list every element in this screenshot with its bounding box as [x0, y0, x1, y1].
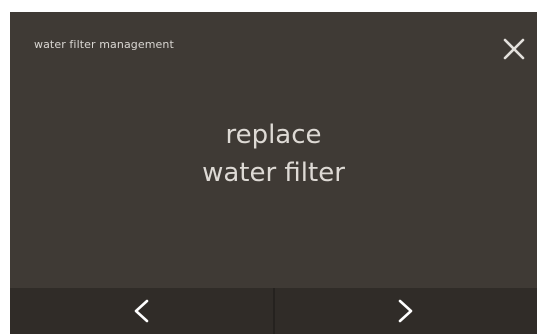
- chevron-left-icon: [132, 298, 150, 324]
- next-button[interactable]: [272, 288, 537, 334]
- chevron-right-icon: [397, 298, 415, 324]
- close-icon: [503, 38, 525, 60]
- dialog-screen: water filter management replace water fi…: [10, 12, 537, 334]
- message-line-1: replace: [225, 120, 322, 150]
- previous-button[interactable]: [10, 288, 273, 334]
- close-button[interactable]: [499, 34, 529, 64]
- bottom-navigation: [10, 288, 537, 334]
- instruction-message: replace water filter: [10, 116, 537, 192]
- message-line-2: water filter: [202, 158, 345, 188]
- page-title: water filter management: [34, 38, 174, 51]
